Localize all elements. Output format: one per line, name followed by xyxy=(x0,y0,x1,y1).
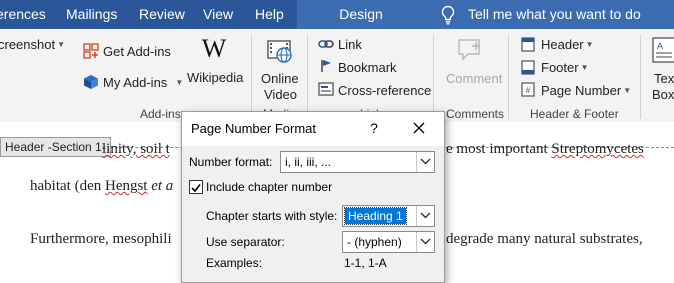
footer-icon xyxy=(521,60,535,75)
page-number-icon: # xyxy=(521,82,535,97)
chapter-style-value-wrap: Heading 1 xyxy=(344,206,407,226)
dropdown-button[interactable] xyxy=(416,152,434,172)
link-button[interactable]: Link xyxy=(338,37,362,52)
screenshot-label: creenshot xyxy=(0,37,56,52)
bookmark-button[interactable]: Bookmark xyxy=(338,60,397,75)
chevron-down-icon: ▼ xyxy=(175,78,184,87)
ribbon-body: creenshot ▼ Get Add-ins My Add-ins ▼ Add-i… xyxy=(0,29,674,123)
cross-reference-icon xyxy=(318,82,334,96)
doc-line-3a: Furthermore, mesophili xyxy=(30,231,172,247)
chevron-down-icon xyxy=(420,158,431,165)
tell-me-text: Tell me what you want to do xyxy=(468,6,641,22)
addins-cube-icon xyxy=(83,74,99,90)
separator-label: Use separator: xyxy=(206,235,285,249)
link-icon xyxy=(318,37,334,51)
ribbon-tab-bar: erences Mailings Review View Help Design… xyxy=(0,0,674,29)
doc-text-italic: et a xyxy=(147,178,174,194)
include-chapter-label[interactable]: Include chapter number xyxy=(206,180,332,194)
tab-references[interactable]: erences xyxy=(0,0,46,29)
bookmark-icon xyxy=(320,59,332,73)
screenshot-button[interactable]: creenshot ▼ xyxy=(0,37,65,52)
number-format-value: i, ii, iii, ... xyxy=(285,155,332,169)
lightbulb-icon xyxy=(441,5,455,25)
dropdown-button[interactable] xyxy=(416,232,434,252)
header-button[interactable]: Header ▼ xyxy=(541,37,594,52)
separator-value: - (hyphen) xyxy=(347,235,402,249)
number-format-select[interactable]: i, ii, iii, ... xyxy=(280,151,435,173)
doc-line-3b: degrade many natural substrates, xyxy=(446,231,643,247)
group-separator xyxy=(251,35,252,119)
doc-word-misspelled: Streptomycetes xyxy=(551,141,644,157)
examples-value: 1-1, 1-A xyxy=(344,256,387,270)
wikipedia-button[interactable]: Wikipedia xyxy=(187,70,243,85)
footer-button[interactable]: Footer ▼ xyxy=(541,60,589,75)
svg-text:A: A xyxy=(657,41,663,51)
online-video-icon xyxy=(266,37,294,65)
comments-group-label: Comments xyxy=(446,107,505,121)
store-icon xyxy=(83,43,99,59)
tab-view[interactable]: View xyxy=(203,0,233,29)
page-number-label: Page Number xyxy=(541,83,622,98)
wikipedia-icon: W xyxy=(201,34,227,63)
footer-label: Footer xyxy=(541,60,579,75)
chapter-style-value: Heading 1 xyxy=(344,207,407,225)
get-addins-button[interactable]: Get Add-ins xyxy=(103,44,171,59)
number-format-label: Number format: xyxy=(189,155,273,169)
cross-reference-button[interactable]: Cross-reference xyxy=(338,83,431,98)
doc-text: habitat (den xyxy=(30,178,105,194)
dialog-title: Page Number Format xyxy=(191,121,316,136)
chevron-down-icon xyxy=(420,212,431,219)
doc-line-1b: e most important Streptomycetes xyxy=(446,141,644,158)
chevron-down-icon xyxy=(420,238,431,245)
doc-line-1a: linity, soil t xyxy=(102,141,170,158)
help-button[interactable]: ? xyxy=(364,118,384,138)
chevron-down-icon: ▼ xyxy=(623,86,632,95)
group-separator xyxy=(433,35,434,119)
header-icon xyxy=(521,37,535,52)
separator-select[interactable]: - (hyphen) xyxy=(342,231,435,253)
text-box-label-1[interactable]: Text xyxy=(654,71,674,86)
close-icon xyxy=(413,122,425,134)
text-box-icon: A xyxy=(652,37,674,63)
my-addins-button[interactable]: My Add-ins ▼ xyxy=(103,75,183,90)
svg-text:#: # xyxy=(526,86,531,95)
doc-text: e most important xyxy=(446,141,552,157)
new-comment-icon xyxy=(456,37,484,63)
addins-group-label: Add-ins xyxy=(140,107,181,121)
doc-word-misspelled: linity, soil t xyxy=(102,141,170,157)
tab-help[interactable]: Help xyxy=(255,0,284,29)
my-addins-label: My Add-ins xyxy=(103,75,168,90)
chevron-down-icon: ▼ xyxy=(57,40,66,49)
group-separator xyxy=(640,35,641,119)
tab-mailings[interactable]: Mailings xyxy=(66,0,117,29)
comment-button[interactable]: Comment xyxy=(446,71,502,86)
header-footer-group-label: Header & Footer xyxy=(530,107,619,121)
online-video-label-1[interactable]: Online xyxy=(261,71,299,86)
header-section-tag: Header -Section 1- xyxy=(0,137,111,157)
doc-word-misspelled: Hengst xyxy=(104,178,148,194)
close-button[interactable] xyxy=(408,118,430,138)
group-separator xyxy=(307,35,308,119)
chevron-down-icon: ▼ xyxy=(585,40,594,49)
tab-review[interactable]: Review xyxy=(139,0,185,29)
chapter-style-label: Chapter starts with style: xyxy=(206,209,338,223)
tab-design[interactable]: Design xyxy=(297,0,425,29)
header-label: Header xyxy=(541,37,584,52)
doc-line-2: habitat (den Hengst et a xyxy=(30,178,173,195)
tell-me-search[interactable]: Tell me what you want to do xyxy=(425,0,674,29)
group-separator xyxy=(508,35,509,119)
chevron-down-icon: ▼ xyxy=(580,63,589,72)
examples-label: Examples: xyxy=(206,256,263,270)
online-video-label-2[interactable]: Video xyxy=(264,87,297,102)
dialog-title-bar[interactable]: Page Number Format ? xyxy=(182,112,444,146)
dropdown-button[interactable] xyxy=(416,206,434,226)
page-number-format-dialog: Page Number Format ? Number format: i, i… xyxy=(181,111,445,283)
include-chapter-checkbox[interactable] xyxy=(189,180,203,194)
checkmark-icon xyxy=(191,184,201,193)
text-box-label-2[interactable]: Box xyxy=(652,87,674,102)
chapter-style-select[interactable]: Heading 1 xyxy=(342,205,435,227)
page-number-button[interactable]: Page Number ▼ xyxy=(541,83,631,98)
